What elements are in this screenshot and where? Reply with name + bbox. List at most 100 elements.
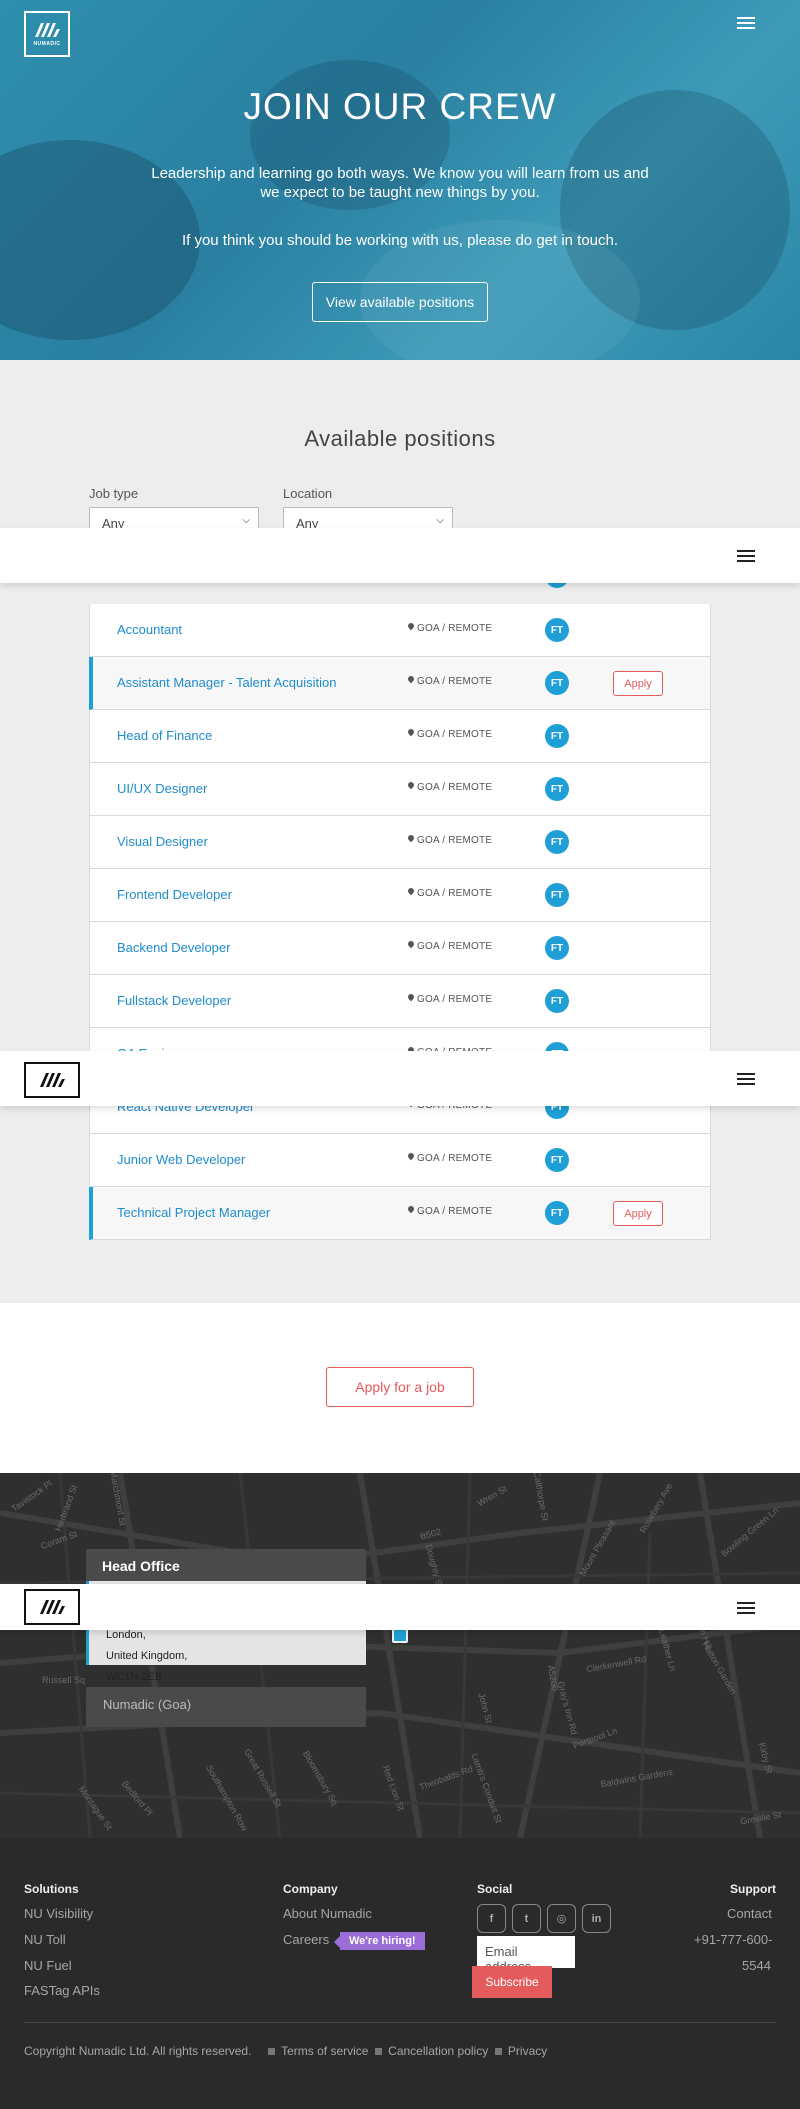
facebook-icon[interactable]: f xyxy=(477,1904,506,1933)
hamburger-menu-icon[interactable] xyxy=(737,550,755,562)
location-label: Location xyxy=(283,486,333,501)
sticky-header xyxy=(0,1051,800,1106)
job-title[interactable]: Accountant xyxy=(117,622,182,637)
subscribe-button[interactable]: Subscribe xyxy=(472,1966,552,1998)
hiring-badge[interactable]: We're hiring! xyxy=(334,1932,425,1950)
job-row[interactable]: Accountant GOA / REMOTE FT xyxy=(89,604,711,657)
map-pin-icon xyxy=(408,729,414,737)
footer-support-heading: Support xyxy=(730,1882,776,1896)
map-pin-icon xyxy=(408,623,414,631)
privacy-link[interactable]: Privacy xyxy=(508,2044,547,2058)
cancellation-link[interactable]: Cancellation policy xyxy=(388,2044,488,2058)
job-location-text: GOA / REMOTE xyxy=(417,782,493,793)
map-pin-icon xyxy=(408,835,414,843)
office-heading: Head Office xyxy=(86,1549,366,1581)
footer-link[interactable]: Contact xyxy=(727,1906,772,1921)
numadic-logo-mark-icon xyxy=(40,1600,65,1614)
job-location: GOA / REMOTE xyxy=(408,835,492,846)
job-row[interactable]: Fullstack Developer GOA / REMOTE FT xyxy=(89,975,711,1028)
footer-company-heading: Company xyxy=(283,1882,338,1896)
office-map[interactable]: Tavistock Pl Herbrand St Marchmont St Co… xyxy=(0,1473,800,1838)
map-pin-icon xyxy=(408,676,414,684)
numadic-logo-mark-icon xyxy=(40,1073,65,1087)
ft-badge: FT xyxy=(545,1201,569,1225)
sticky-header xyxy=(0,1584,800,1630)
twitter-icon[interactable]: t xyxy=(512,1904,541,1933)
apply-for-job-button[interactable]: Apply for a job xyxy=(326,1367,474,1407)
hero-paragraph-2: If you think you should be working with … xyxy=(181,232,619,249)
map-pin-icon xyxy=(408,888,414,896)
job-location: GOA / REMOTE xyxy=(408,782,492,793)
footer-social-heading: Social xyxy=(477,1882,513,1896)
job-location: GOA / REMOTE xyxy=(408,994,492,1005)
job-row[interactable]: Visual Designer GOA / REMOTE FT xyxy=(89,816,711,869)
job-title[interactable]: Backend Developer xyxy=(117,940,230,955)
numadic-logo[interactable]: NUMADIC xyxy=(24,11,70,57)
apply-button[interactable]: Apply xyxy=(613,1201,663,1226)
job-row[interactable]: Assistant Manager - Talent Acquisition G… xyxy=(89,657,711,710)
hero-paragraph-1: Leadership and learning go both ways. We… xyxy=(151,165,649,201)
job-row[interactable]: Backend Developer GOA / REMOTE FT xyxy=(89,922,711,975)
view-positions-button[interactable]: View available positions xyxy=(312,282,488,322)
chevron-down-icon: ⌵ xyxy=(436,515,444,526)
logo-wordmark: NUMADIC xyxy=(33,41,61,47)
map-pin-icon xyxy=(408,782,414,790)
linkedin-icon[interactable]: in xyxy=(582,1904,611,1933)
job-row[interactable]: Head of Finance GOA / REMOTE FT xyxy=(89,710,711,763)
apply-button[interactable]: Apply xyxy=(613,671,663,696)
job-location-text: GOA / REMOTE xyxy=(417,676,493,687)
footer-link[interactable]: Careers xyxy=(283,1932,329,1947)
job-location-text: GOA / REMOTE xyxy=(417,888,493,899)
job-location-text: GOA / REMOTE xyxy=(417,994,493,1005)
job-title[interactable]: Assistant Manager - Talent Acquisition xyxy=(117,675,336,690)
job-row[interactable]: UI/UX Designer GOA / REMOTE FT xyxy=(89,763,711,816)
support-phone[interactable]: +91-777-600- xyxy=(694,1932,772,1947)
job-title[interactable]: UI/UX Designer xyxy=(117,781,207,796)
separator-icon xyxy=(494,2048,502,2056)
map-pin-icon xyxy=(408,1153,414,1161)
hamburger-menu-icon[interactable] xyxy=(737,1073,755,1085)
job-row[interactable]: Frontend Developer GOA / REMOTE FT xyxy=(89,869,711,922)
job-title[interactable]: Visual Designer xyxy=(117,834,208,849)
job-row[interactable]: Junior Web Developer GOA / REMOTE FT xyxy=(89,1134,711,1187)
footer-link[interactable]: FASTag APIs xyxy=(24,1983,100,1998)
footer-link[interactable]: NU Fuel xyxy=(24,1958,72,1973)
numadic-logo[interactable] xyxy=(24,1062,80,1098)
job-location: GOA / REMOTE xyxy=(408,676,492,687)
job-title[interactable]: Fullstack Developer xyxy=(117,993,231,1008)
footer-link[interactable]: NU Toll xyxy=(24,1932,66,1947)
map-pin-icon xyxy=(408,994,414,1002)
job-row[interactable]: Technical Project Manager GOA / REMOTE F… xyxy=(89,1187,711,1240)
instagram-icon[interactable]: ◎ xyxy=(547,1904,576,1933)
hamburger-menu-icon[interactable] xyxy=(737,1602,755,1614)
sticky-header xyxy=(0,528,800,583)
terms-link[interactable]: Terms of service xyxy=(281,2044,368,2058)
hamburger-menu-icon[interactable] xyxy=(737,17,755,29)
job-location: GOA / REMOTE xyxy=(408,941,492,952)
ft-badge: FT xyxy=(545,671,569,695)
job-location-text: GOA / REMOTE xyxy=(417,835,493,846)
job-title[interactable]: Technical Project Manager xyxy=(117,1205,270,1220)
ft-badge: FT xyxy=(545,618,569,642)
office-card: Head Office London, United Kingdom, WC1N… xyxy=(86,1549,366,1727)
map-pin-icon xyxy=(408,941,414,949)
support-phone[interactable]: 5544 xyxy=(742,1958,771,1973)
job-list: Accountant GOA / REMOTE FT Assistant Man… xyxy=(89,604,711,1240)
hero-section: NUMADIC JOIN OUR CREW Leadership and lea… xyxy=(0,0,800,360)
footer-link[interactable]: NU Visibility xyxy=(24,1906,93,1921)
job-title[interactable]: Junior Web Developer xyxy=(117,1152,245,1167)
map-pin-icon xyxy=(408,1206,414,1214)
street-label: Russell Sq xyxy=(42,1675,86,1685)
job-location-text: GOA / REMOTE xyxy=(417,941,493,952)
footer-divider xyxy=(24,2022,776,2023)
job-title[interactable]: Frontend Developer xyxy=(117,887,232,902)
footer-link[interactable]: About Numadic xyxy=(283,1906,372,1921)
ft-badge: FT xyxy=(545,830,569,854)
separator-icon xyxy=(268,2048,275,2056)
numadic-logo[interactable] xyxy=(24,1589,80,1625)
ft-badge: FT xyxy=(545,936,569,960)
newsletter-email-input[interactable]: Email address xyxy=(477,1936,575,1974)
job-title[interactable]: Head of Finance xyxy=(117,728,212,743)
goa-office-tab[interactable]: Numadic (Goa) xyxy=(86,1687,366,1727)
job-location-text: GOA / REMOTE xyxy=(417,729,493,740)
